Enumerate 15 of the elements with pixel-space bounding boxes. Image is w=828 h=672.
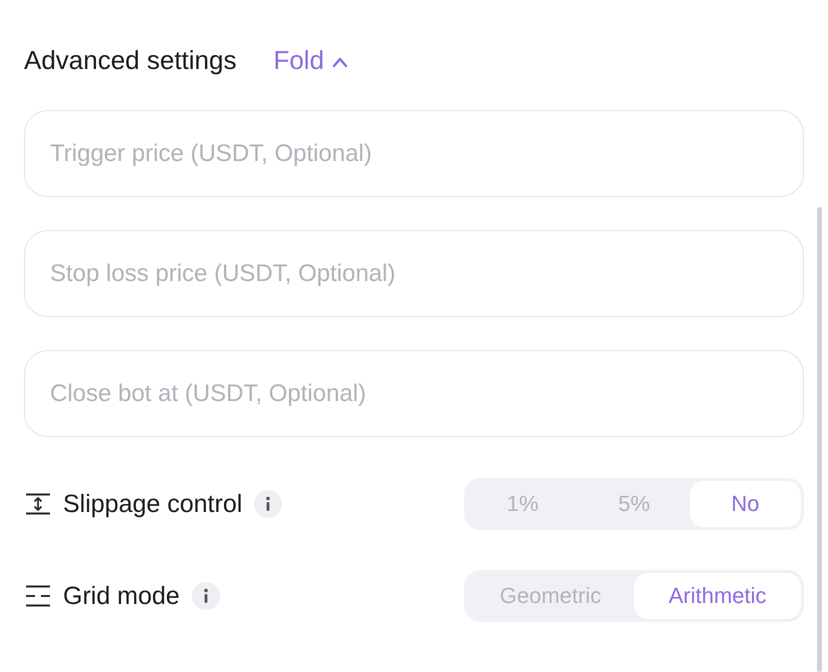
setting-label: Slippage control: [63, 492, 242, 516]
dashed-lines-icon: [25, 585, 51, 607]
input-field[interactable]: Trigger price (USDT, Optional): [24, 110, 804, 197]
input-field[interactable]: Close bot at (USDT, Optional): [24, 350, 804, 437]
setting-label: Grid mode: [63, 584, 180, 608]
info-icon: [192, 582, 220, 610]
fold-toggle[interactable]: Fold: [273, 47, 348, 73]
info-icon: [254, 490, 282, 518]
arrows-between-lines-icon: [25, 493, 51, 515]
segment-option[interactable]: No: [690, 481, 801, 527]
scrollbar-thumb[interactable]: [817, 207, 822, 672]
chevron-up-icon: [332, 56, 348, 68]
segment-option[interactable]: Arithmetic: [634, 573, 801, 619]
input-field[interactable]: Stop loss price (USDT, Optional): [24, 230, 804, 317]
section-title: Advanced settings: [24, 47, 236, 73]
